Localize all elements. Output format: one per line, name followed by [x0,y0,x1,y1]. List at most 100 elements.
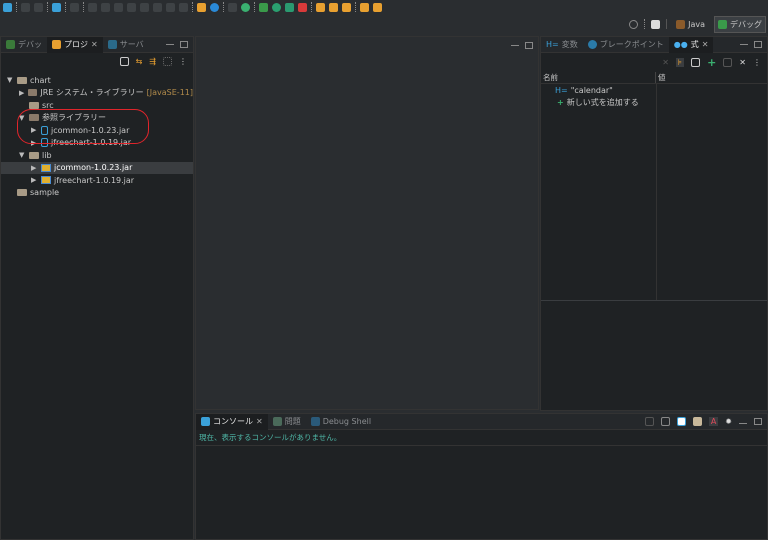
minimize-icon[interactable] [739,422,747,424]
chevron-right-icon[interactable]: ▶ [19,89,25,97]
search-icon[interactable] [629,19,639,29]
console-icon [201,417,210,426]
perspective-debug[interactable]: デバッグ [714,15,766,33]
minimize-icon[interactable] [166,44,174,45]
tree-item-suffix: [JavaSE-11] [146,88,193,98]
copy-icon[interactable] [644,417,654,426]
new-icon[interactable] [3,2,12,12]
tree-item[interactable]: ▶ JRE システム・ライブラリー [JavaSE-11] [1,87,193,100]
maximize-icon[interactable] [754,41,762,48]
tab-servers[interactable]: サーバ [103,37,149,53]
tab-label: デバッ [18,40,42,49]
skip-breakpoints-icon[interactable] [70,2,79,12]
power-icon[interactable] [241,2,250,12]
open-console-icon[interactable] [676,417,686,426]
tab-console[interactable]: コンソール ✕ [196,413,268,430]
remove-all-icon[interactable]: ✕ [739,58,746,67]
save-icon[interactable] [21,2,30,12]
coverage-icon[interactable] [285,2,294,12]
variables-icon: H= [546,40,559,49]
maximize-icon[interactable] [754,418,762,425]
step-into-icon[interactable] [140,2,149,12]
forward-icon[interactable] [373,2,382,12]
perspective-label: Java [688,19,705,29]
open-type-icon[interactable] [329,2,338,12]
terminate-icon[interactable] [114,2,123,12]
save-all-icon[interactable] [34,2,43,12]
perspective-bar: Java デバッグ [0,14,768,34]
maximize-icon[interactable] [525,42,533,49]
drop-to-frame-icon[interactable] [179,2,188,12]
folder-icon [17,189,27,197]
new-java-project-icon[interactable] [316,2,325,12]
gear-icon[interactable]: ✹ [725,417,732,426]
project-folder-icon [17,76,27,84]
close-icon[interactable]: ✕ [256,417,263,426]
maximize-icon[interactable] [180,41,188,48]
gear-icon[interactable] [210,2,219,12]
debug-shell-icon [310,417,320,426]
step-return-icon[interactable] [166,2,175,12]
show-types-icon[interactable]: ⊧ [675,58,685,67]
close-icon[interactable]: ✕ [702,40,709,49]
clear-console-icon[interactable] [692,417,702,426]
view-menu-icon[interactable]: ⋮ [179,57,187,66]
breakpoint-icon [587,40,597,49]
column-name[interactable]: 名前 [541,72,656,83]
tab-expressions[interactable]: ●● 式 ✕ [668,36,714,53]
table-row[interactable]: H= "calendar" [541,84,767,96]
detail-pane[interactable] [541,300,767,400]
display-console-icon[interactable] [660,417,670,426]
add-expression-label: 新しい式を追加する [566,97,639,107]
minimize-icon[interactable] [511,45,519,46]
collapse-all-icon[interactable] [691,58,701,67]
chevron-right-icon[interactable]: ▶ [31,176,38,184]
step-over-icon[interactable] [153,2,162,12]
disconnect-icon[interactable] [127,2,136,12]
column-value[interactable]: 値 [656,72,666,83]
connect-icon[interactable] [228,2,237,12]
tree-item-label: chart [30,75,51,85]
chevron-down-icon[interactable]: ▼ [19,151,26,159]
chevron-right-icon[interactable]: ▶ [31,164,38,172]
view-menu-icon[interactable]: ⋮ [753,58,761,67]
word-wrap-icon[interactable]: A [708,417,719,426]
resume-icon[interactable] [88,2,97,12]
console-panel: コンソール ✕ 問題 Debug Shell A ✹ 現在、表示するコンソールがあ… [195,413,768,540]
tab-project-explorer[interactable]: プロジ ✕ [47,36,103,53]
collapse-all-icon[interactable] [119,57,129,66]
tree-item[interactable]: ▼ lib [1,149,193,162]
tab-variables[interactable]: H= 変数 [541,37,583,53]
chevron-down-icon[interactable]: ▼ [7,76,14,84]
external-tools-icon[interactable] [298,2,307,12]
back-icon[interactable] [360,2,369,12]
link-editor-icon[interactable]: ⇆ [136,57,143,66]
open-perspective-icon[interactable] [651,19,661,29]
terminal-icon[interactable] [52,2,61,12]
tree-item[interactable]: sample [1,187,193,200]
close-icon[interactable]: ✕ [91,40,98,49]
filter-icon[interactable]: ⇶ [149,57,156,66]
minimize-icon[interactable] [740,44,748,45]
search-icon[interactable] [342,2,351,12]
suspend-icon[interactable] [101,2,110,12]
tree-item[interactable]: ▶ jcommon-1.0.23.jar [1,161,193,174]
tree-item[interactable]: ▶ jfreechart-1.0.19.jar [1,174,193,187]
run-icon[interactable] [272,2,281,12]
project-explorer-icon [52,40,61,49]
perspective-java[interactable]: Java [673,18,708,31]
tab-debug-shell[interactable]: Debug Shell [306,414,376,430]
tab-problems[interactable]: 問題 [268,414,306,430]
tab-breakpoints[interactable]: ブレークポイント [583,37,669,53]
focus-icon[interactable] [163,57,172,66]
tab-debug[interactable]: デバッ [1,37,47,53]
use-step-filters-icon[interactable] [197,2,206,12]
delete-icon[interactable] [723,58,733,67]
debug-icon[interactable] [259,2,268,12]
expressions-icon: ●● [673,40,688,49]
remove-icon[interactable]: ✕ [662,58,669,67]
add-expression-icon[interactable]: + [707,56,716,69]
add-expression-row[interactable]: + 新しい式を追加する [541,96,767,108]
source-folder-icon [29,101,39,109]
tree-item[interactable]: ▼ chart [1,74,193,87]
